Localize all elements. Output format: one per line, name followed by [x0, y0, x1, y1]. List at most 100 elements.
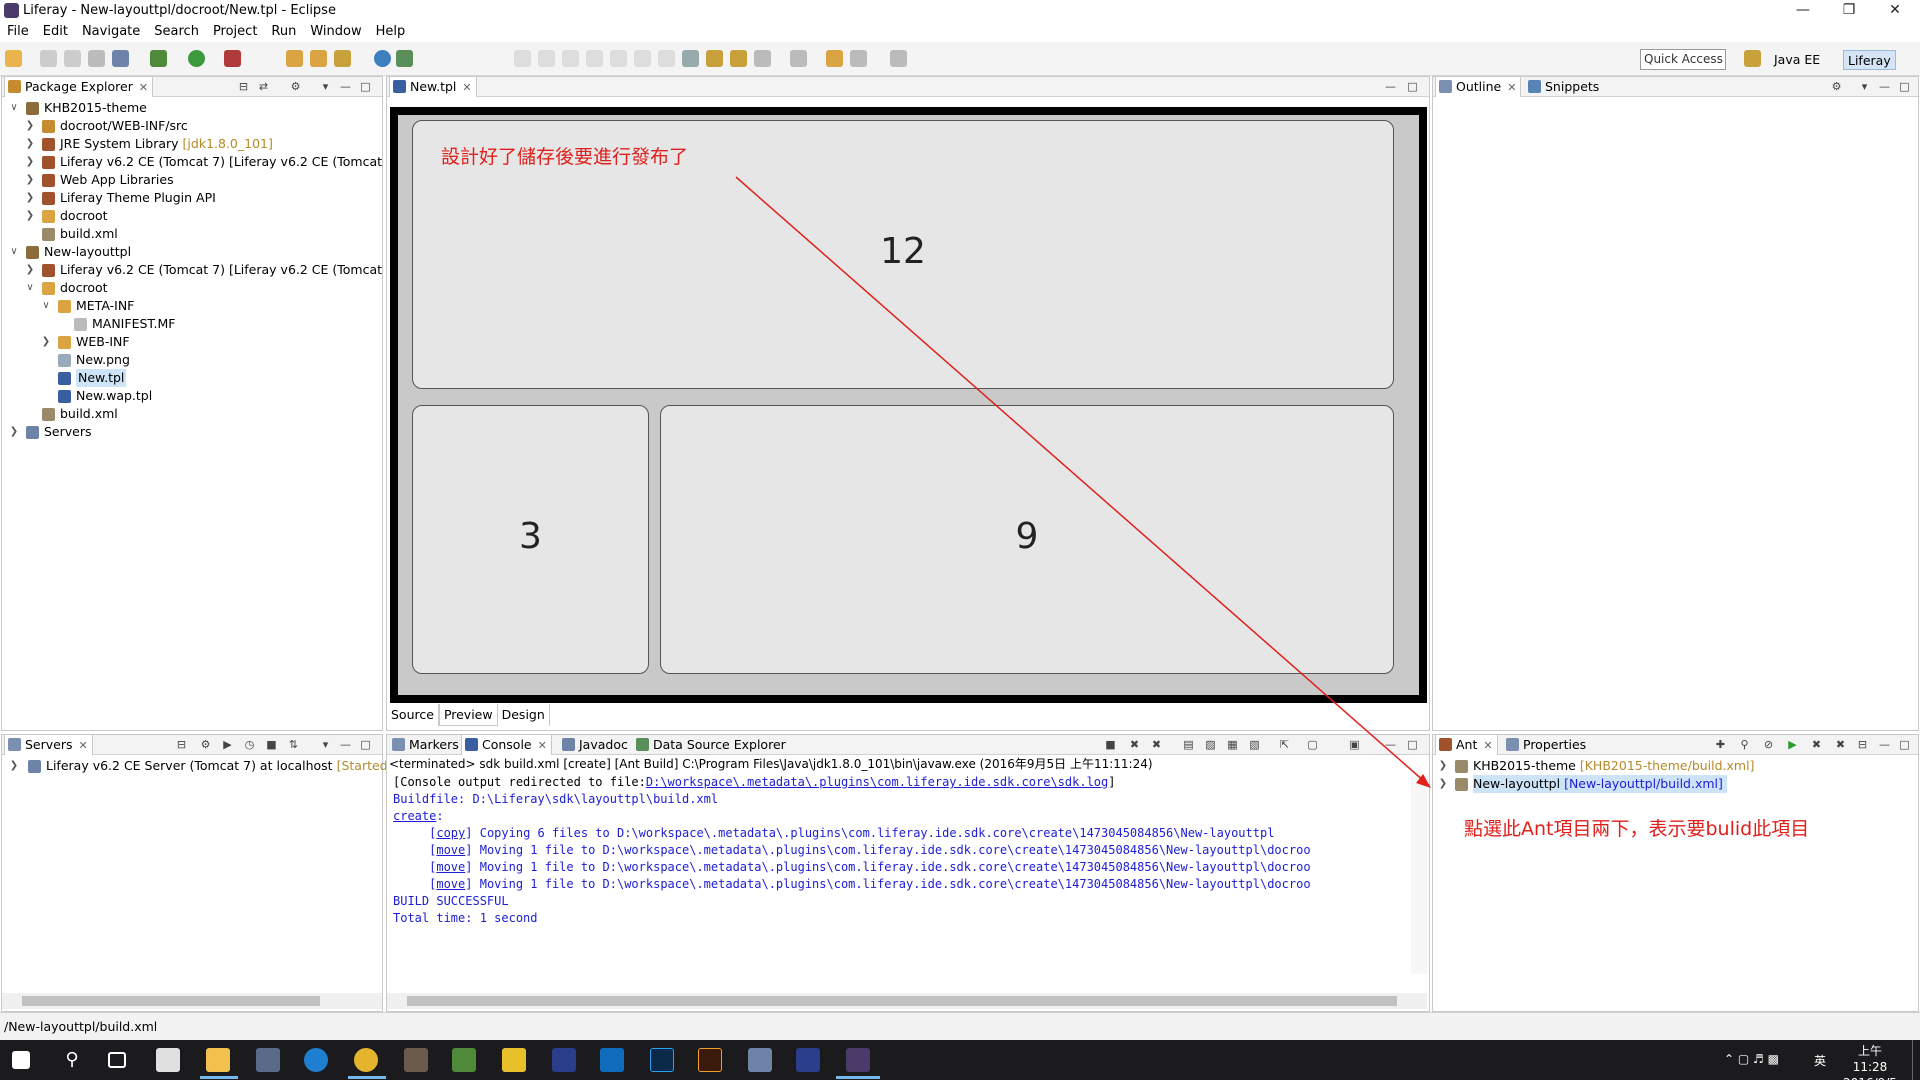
chevron-down-icon[interactable]: ∨	[8, 99, 20, 117]
photoshop-icon[interactable]	[650, 1048, 674, 1072]
mark-occurrences-icon[interactable]	[706, 50, 723, 67]
maximize-view-icon[interactable]: □	[1897, 737, 1912, 752]
server-icon[interactable]	[112, 50, 129, 67]
tree-item[interactable]: ∨ docroot	[2, 279, 382, 297]
chevron-down-icon[interactable]: ∨	[24, 279, 36, 297]
menu-help[interactable]: Help	[369, 22, 413, 42]
tree-item[interactable]: New.png	[2, 351, 382, 369]
tab-new-tpl[interactable]: New.tpl ✕	[389, 77, 477, 97]
toggle-breadcrumb-icon[interactable]	[682, 50, 699, 67]
restore-button[interactable]: ❐	[1826, 0, 1872, 22]
illustrator-icon[interactable]	[698, 1048, 722, 1072]
chevron-down-icon[interactable]: ∨	[8, 243, 20, 261]
menu-project[interactable]: Project	[206, 22, 264, 42]
step-return-icon[interactable]	[658, 50, 675, 67]
quick-access-input[interactable]: Quick Access	[1640, 49, 1726, 70]
minimize-view-icon[interactable]: —	[1383, 737, 1398, 752]
file-explorer-icon[interactable]	[206, 1048, 230, 1072]
menu-navigate[interactable]: Navigate	[75, 22, 147, 42]
console-link[interactable]: move	[436, 860, 465, 874]
close-icon[interactable]: ✕	[1483, 739, 1492, 752]
ant-buildfile-row-selected[interactable]: ❯ New-layouttpl [New-layouttpl/build.xml…	[1433, 775, 1918, 793]
task-view-icon[interactable]	[108, 1052, 126, 1068]
menu-file[interactable]: File	[0, 22, 36, 42]
close-icon[interactable]: ✕	[538, 739, 547, 752]
horizontal-scrollbar[interactable]	[387, 993, 1427, 1009]
tab-package-explorer[interactable]: Package Explorer ✕	[4, 77, 154, 97]
maximize-view-icon[interactable]: □	[1897, 79, 1912, 94]
vertical-scrollbar[interactable]	[1411, 774, 1427, 974]
run-icon[interactable]	[188, 50, 205, 67]
tab-markers[interactable]: Markers	[389, 735, 463, 755]
menu-window[interactable]: Window	[303, 22, 368, 42]
show-on-stdout-icon[interactable]: ▧	[1247, 737, 1262, 752]
chevron-right-icon[interactable]: ❯	[8, 757, 20, 775]
windows-start-icon[interactable]	[12, 1051, 30, 1069]
close-icon[interactable]: ✕	[462, 81, 471, 94]
tree-item[interactable]: build.xml	[2, 225, 382, 243]
chevron-right-icon[interactable]: ❯	[1437, 775, 1449, 793]
app-icon[interactable]	[748, 1048, 772, 1072]
tree-item[interactable]: New.tpl	[2, 369, 382, 387]
chevron-right-icon[interactable]: ❯	[40, 333, 52, 351]
console-link[interactable]: D:\workspace\.metadata\.plugins\com.life…	[646, 775, 1108, 789]
sync-icon[interactable]: ⚙	[1829, 79, 1844, 94]
close-icon[interactable]: ✕	[1507, 81, 1516, 94]
search-icon[interactable]: ⚲	[60, 1048, 84, 1072]
next-annotation-icon[interactable]	[754, 50, 771, 67]
step-into-icon[interactable]	[610, 50, 627, 67]
remove-launch-icon[interactable]: ✖	[1127, 737, 1142, 752]
outlook-icon[interactable]	[600, 1048, 624, 1072]
perspective-java-ee[interactable]: Java EE	[1770, 50, 1824, 70]
column-9[interactable]: 9	[660, 405, 1394, 674]
app-icon[interactable]	[552, 1048, 576, 1072]
ant-buildfile-row[interactable]: ❯ KHB2015-theme [KHB2015-theme/build.xml…	[1433, 757, 1918, 775]
tree-item[interactable]: ❯ Liferay Theme Plugin API	[2, 189, 382, 207]
prev-annotation-icon[interactable]	[790, 50, 807, 67]
open-perspective-icon[interactable]	[1744, 50, 1761, 67]
pin-console-icon[interactable]: ⇱	[1277, 737, 1292, 752]
remove-all-buildfiles-icon[interactable]: ✖	[1833, 737, 1848, 752]
tab-data-source-explorer[interactable]: Data Source Explorer	[633, 735, 790, 755]
tray-icons[interactable]: ⌃ ▢ ♬ ▩	[1724, 1052, 1779, 1066]
tab-javadoc[interactable]: Javadoc	[559, 735, 632, 755]
debug-server-icon[interactable]: ⚙	[198, 737, 213, 752]
tree-item[interactable]: New.wap.tpl	[2, 387, 382, 405]
tree-item[interactable]: ❯ Web App Libraries	[2, 171, 382, 189]
tree-item[interactable]: build.xml	[2, 405, 382, 423]
chevron-right-icon[interactable]: ❯	[24, 261, 36, 279]
chevron-right-icon[interactable]: ❯	[24, 135, 36, 153]
suspend-icon[interactable]	[538, 50, 555, 67]
tree-item[interactable]: MANIFEST.MF	[2, 315, 382, 333]
chevron-down-icon[interactable]: ∨	[40, 297, 52, 315]
tree-item[interactable]: ∨ META-INF	[2, 297, 382, 315]
add-buildfile-icon[interactable]: ✚	[1713, 737, 1728, 752]
console-link[interactable]: move	[436, 877, 465, 891]
back-icon[interactable]	[850, 50, 867, 67]
column-3[interactable]: 3	[412, 405, 649, 674]
publish-icon[interactable]: ⇅	[286, 737, 301, 752]
disconnect-icon[interactable]	[586, 50, 603, 67]
menu-run[interactable]: Run	[264, 22, 303, 42]
terminate-icon[interactable]: ■	[1103, 737, 1118, 752]
scrollbar-thumb[interactable]	[22, 996, 320, 1006]
collapse-all-icon[interactable]: ⊟	[174, 737, 189, 752]
run-target-icon[interactable]: ▶	[1785, 737, 1800, 752]
profile-server-icon[interactable]: ◷	[242, 737, 257, 752]
chevron-right-icon[interactable]: ❯	[24, 117, 36, 135]
app-icon[interactable]	[502, 1048, 526, 1072]
tab-outline[interactable]: Outline ✕	[1435, 77, 1522, 97]
view-menu-icon[interactable]: ▾	[318, 79, 333, 94]
hide-internal-targets-icon[interactable]: ⊘	[1761, 737, 1776, 752]
remove-buildfile-icon[interactable]: ✖	[1809, 737, 1824, 752]
tree-item[interactable]: ❯ JRE System Library [jdk1.8.0_101]	[2, 135, 382, 153]
clock[interactable]: 上午 11:28 2016/9/5	[1840, 1043, 1900, 1091]
last-edit-icon[interactable]	[826, 50, 843, 67]
tab-source[interactable]: Source	[387, 704, 439, 726]
store-icon[interactable]	[156, 1048, 180, 1072]
search-icon[interactable]	[334, 50, 351, 67]
console-link[interactable]: move	[436, 843, 465, 857]
start-server-icon[interactable]: ▶	[220, 737, 235, 752]
tree-item[interactable]: ❯ Servers	[2, 423, 382, 441]
maximize-view-icon[interactable]: □	[358, 79, 373, 94]
